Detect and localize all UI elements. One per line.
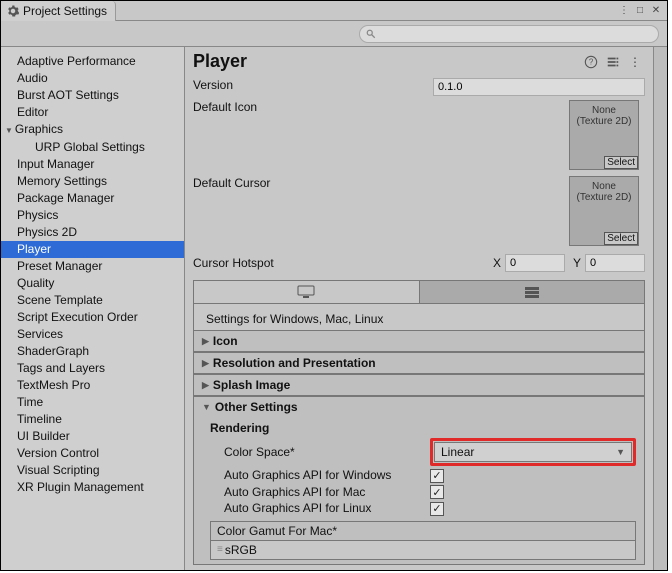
sidebar-item-shadergraph[interactable]: ShaderGraph: [1, 343, 184, 360]
fold-icon: ▶ Icon: [193, 330, 645, 352]
auto-gfx-mac-checkbox[interactable]: [430, 485, 444, 499]
kebab-icon[interactable]: ⋮: [627, 54, 643, 70]
tab-server[interactable]: [419, 281, 645, 303]
window-title: Project Settings: [23, 4, 107, 18]
auto-gfx-linux-label: Auto Graphics API for Linux: [210, 501, 430, 515]
fold-other: ▼ Other Settings Rendering Color Space* …: [193, 396, 645, 565]
color-space-label: Color Space*: [210, 445, 430, 459]
select-icon-button[interactable]: Select: [604, 156, 638, 169]
main-panel: Player ? ⋮ Version Default Icon None (Te…: [185, 47, 653, 565]
texture-none-text: None (Texture 2D): [570, 181, 638, 203]
tab-standalone[interactable]: [194, 281, 419, 303]
drag-handle-icon: ≡: [217, 544, 221, 555]
default-cursor-label: Default Cursor: [193, 176, 433, 190]
search-bar: [1, 21, 667, 47]
search-icon: [366, 29, 376, 39]
sidebar-item-quality[interactable]: Quality: [1, 275, 184, 292]
fold-other-header[interactable]: ▼ Other Settings: [194, 396, 644, 417]
sidebar-item-memory-settings[interactable]: Memory Settings: [1, 173, 184, 190]
sidebar-item-time[interactable]: Time: [1, 394, 184, 411]
sidebar-item-ui-builder[interactable]: UI Builder: [1, 428, 184, 445]
sidebar-item-burst-aot-settings[interactable]: Burst AOT Settings: [1, 87, 184, 104]
vertical-scrollbar[interactable]: [653, 47, 667, 570]
sidebar-item-physics[interactable]: Physics: [1, 207, 184, 224]
sidebar-item-scene-template[interactable]: Scene Template: [1, 292, 184, 309]
sidebar-item-textmesh-pro[interactable]: TextMesh Pro: [1, 377, 184, 394]
cursor-hotspot-label: Cursor Hotspot: [193, 256, 433, 270]
color-space-dropdown[interactable]: Linear ▼: [434, 442, 632, 462]
help-icon[interactable]: ?: [583, 54, 599, 70]
settings-desc: Settings for Windows, Mac, Linux: [193, 304, 645, 330]
titlebar: Project Settings ⋮ □ ✕: [1, 1, 667, 21]
sidebar-item-adaptive-performance[interactable]: Adaptive Performance: [1, 53, 184, 70]
window-controls: ⋮ □ ✕: [617, 4, 667, 18]
sidebar-item-tags-and-layers[interactable]: Tags and Layers: [1, 360, 184, 377]
fold-resolution: ▶ Resolution and Presentation: [193, 352, 645, 374]
sidebar-item-package-manager[interactable]: Package Manager: [1, 190, 184, 207]
fold-splash: ▶ Splash Image: [193, 374, 645, 396]
chevron-right-icon: ▶: [202, 358, 209, 369]
chevron-down-icon: ▼: [202, 402, 211, 412]
fold-other-label: Other Settings: [215, 400, 298, 414]
sidebar-item-input-manager[interactable]: Input Manager: [1, 156, 184, 173]
color-space-highlight: Linear ▼: [430, 438, 636, 466]
sidebar-item-preset-manager[interactable]: Preset Manager: [1, 258, 184, 275]
fold-splash-label: Splash Image: [213, 378, 290, 392]
search-input[interactable]: [359, 25, 659, 43]
sidebar-item-services[interactable]: Services: [1, 326, 184, 343]
window-menu-icon[interactable]: ⋮: [617, 4, 631, 18]
auto-gfx-win-checkbox[interactable]: [430, 469, 444, 483]
fold-icon-header[interactable]: ▶ Icon: [194, 330, 644, 351]
server-icon: [523, 285, 541, 299]
sidebar-item-editor[interactable]: Editor: [1, 104, 184, 121]
sidebar: Adaptive PerformanceAudioBurst AOT Setti…: [1, 47, 185, 570]
sidebar-item-player[interactable]: Player: [1, 241, 184, 258]
fold-icon-label: Icon: [213, 334, 238, 348]
sidebar-item-script-execution-order[interactable]: Script Execution Order: [1, 309, 184, 326]
project-settings-window: Project Settings ⋮ □ ✕ Adaptive Performa…: [0, 0, 668, 571]
sidebar-item-graphics[interactable]: Graphics: [1, 121, 184, 139]
sidebar-item-xr-plugin-management[interactable]: XR Plugin Management: [1, 479, 184, 496]
auto-gfx-linux-checkbox[interactable]: [430, 502, 444, 516]
hotspot-x-label: X: [493, 256, 501, 270]
default-cursor-slot[interactable]: None (Texture 2D) Select: [569, 176, 639, 246]
dropdown-arrow-icon: ▼: [616, 447, 625, 457]
rendering-header: Rendering: [210, 419, 636, 437]
version-input[interactable]: [433, 78, 645, 96]
default-icon-label: Default Icon: [193, 100, 433, 114]
hotspot-y-input[interactable]: [585, 254, 645, 272]
sidebar-item-urp-global-settings[interactable]: URP Global Settings: [1, 139, 184, 156]
hotspot-y-label: Y: [573, 256, 581, 270]
window-tab[interactable]: Project Settings: [1, 1, 116, 21]
hotspot-x-input[interactable]: [505, 254, 565, 272]
color-space-value: Linear: [441, 445, 474, 459]
select-cursor-button[interactable]: Select: [604, 232, 638, 245]
svg-text:?: ?: [589, 57, 594, 66]
sidebar-item-version-control[interactable]: Version Control: [1, 445, 184, 462]
window-close-icon[interactable]: ✕: [649, 4, 663, 18]
preset-icon[interactable]: [605, 54, 621, 70]
fold-splash-header[interactable]: ▶ Splash Image: [194, 374, 644, 395]
default-icon-slot[interactable]: None (Texture 2D) Select: [569, 100, 639, 170]
sidebar-item-physics-2d[interactable]: Physics 2D: [1, 224, 184, 241]
chevron-right-icon: ▶: [202, 380, 209, 391]
window-maximize-icon[interactable]: □: [633, 4, 647, 18]
gamut-item-srgb[interactable]: ≡ sRGB: [210, 541, 636, 560]
gear-icon: [7, 5, 19, 17]
sidebar-item-timeline[interactable]: Timeline: [1, 411, 184, 428]
platform-tabs: [193, 280, 645, 304]
auto-gfx-win-label: Auto Graphics API for Windows: [210, 468, 430, 482]
version-label: Version: [193, 78, 433, 92]
monitor-icon: [297, 285, 315, 299]
texture-none-text: None (Texture 2D): [570, 105, 638, 127]
gamut-item-label: sRGB: [225, 543, 257, 557]
auto-gfx-mac-label: Auto Graphics API for Mac: [210, 485, 430, 499]
page-title: Player: [193, 51, 577, 72]
fold-resolution-label: Resolution and Presentation: [213, 356, 376, 370]
sidebar-item-audio[interactable]: Audio: [1, 70, 184, 87]
fold-resolution-header[interactable]: ▶ Resolution and Presentation: [194, 352, 644, 373]
sidebar-item-visual-scripting[interactable]: Visual Scripting: [1, 462, 184, 479]
gamut-mac-header: Color Gamut For Mac*: [210, 521, 636, 541]
chevron-right-icon: ▶: [202, 336, 209, 347]
